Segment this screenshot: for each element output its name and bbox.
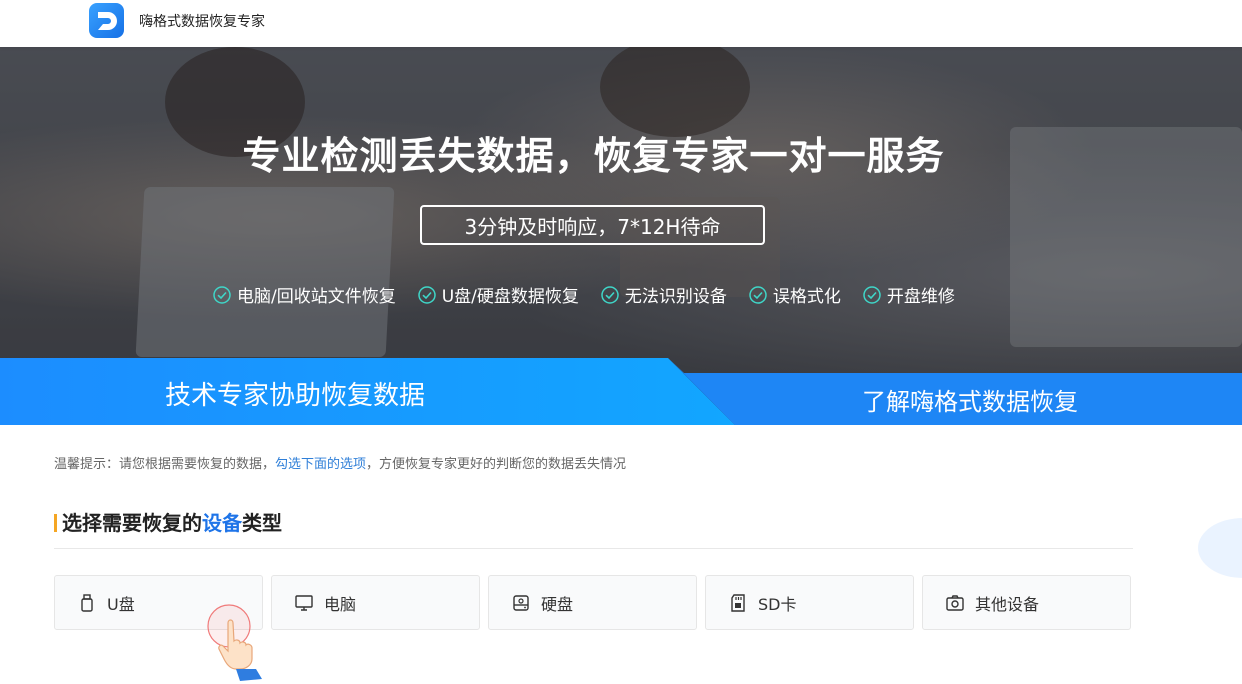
hard-disk-icon [513,594,529,611]
pointer-hand-icon [207,604,262,681]
device-option-sdcard[interactable]: SD卡 [705,575,914,630]
hint-text: 温馨提示：请您根据需要恢复的数据，勾选下面的选项，方便恢复专家更好的判断您的数据… [54,457,627,472]
monitor-icon [295,594,313,611]
brand-name[interactable]: 嗨格式数据恢复专家 [139,11,265,31]
feature-list: 电脑/回收站文件恢复 U盘/硬盘数据恢复 无法识别设备 误格式化 开盘维修 [213,282,955,307]
divider [54,548,1133,549]
check-circle-icon [863,285,881,304]
section-title: 选择需要恢复的设备类型 [54,507,282,536]
camera-icon [946,594,964,611]
feature-item: U盘/硬盘数据恢复 [417,282,579,307]
feature-label: 开盘维修 [886,287,955,307]
hint-link[interactable]: 勾选下面的选项 [275,457,366,472]
device-label: 硬盘 [541,594,574,614]
feature-label: 电脑/回收站文件恢复 [237,287,396,307]
device-label: U盘 [107,594,135,614]
check-circle-icon [213,285,231,304]
learn-more-link[interactable]: 了解嗨格式数据恢复 [862,382,1078,417]
sd-card-icon [731,593,745,612]
check-circle-icon [749,285,767,304]
expert-assist-link[interactable]: 技术专家协助恢复数据 [165,375,425,412]
blue-banner: 技术专家协助恢复数据 了解嗨格式数据恢复 [0,358,1242,425]
device-label: 其他设备 [975,594,1040,614]
feature-item: 开盘维修 [863,282,955,307]
feature-item: 电脑/回收站文件恢复 [213,282,396,307]
device-option-other[interactable]: 其他设备 [922,575,1131,630]
logo-d-icon[interactable] [89,3,124,38]
device-option-computer[interactable]: 电脑 [271,575,480,630]
device-label: 电脑 [324,594,357,614]
device-label: SD卡 [758,594,797,614]
feature-label: 误格式化 [772,287,841,307]
check-circle-icon [417,285,436,304]
feature-label: U盘/硬盘数据恢复 [441,287,579,307]
hero-title: 专业检测丢失数据，恢复专家一对一服务 [242,134,945,178]
feature-item: 误格式化 [749,282,841,307]
feature-item: 无法识别设备 [601,282,727,307]
device-option-harddisk[interactable]: 硬盘 [488,575,697,630]
hero-subtitle: 3分钟及时响应，7*12H待命 [420,205,765,245]
top-bar: 嗨格式数据恢复专家 [0,0,1242,47]
check-circle-icon [601,285,619,304]
usb-drive-icon [81,593,93,612]
feature-label: 无法识别设备 [624,287,727,307]
